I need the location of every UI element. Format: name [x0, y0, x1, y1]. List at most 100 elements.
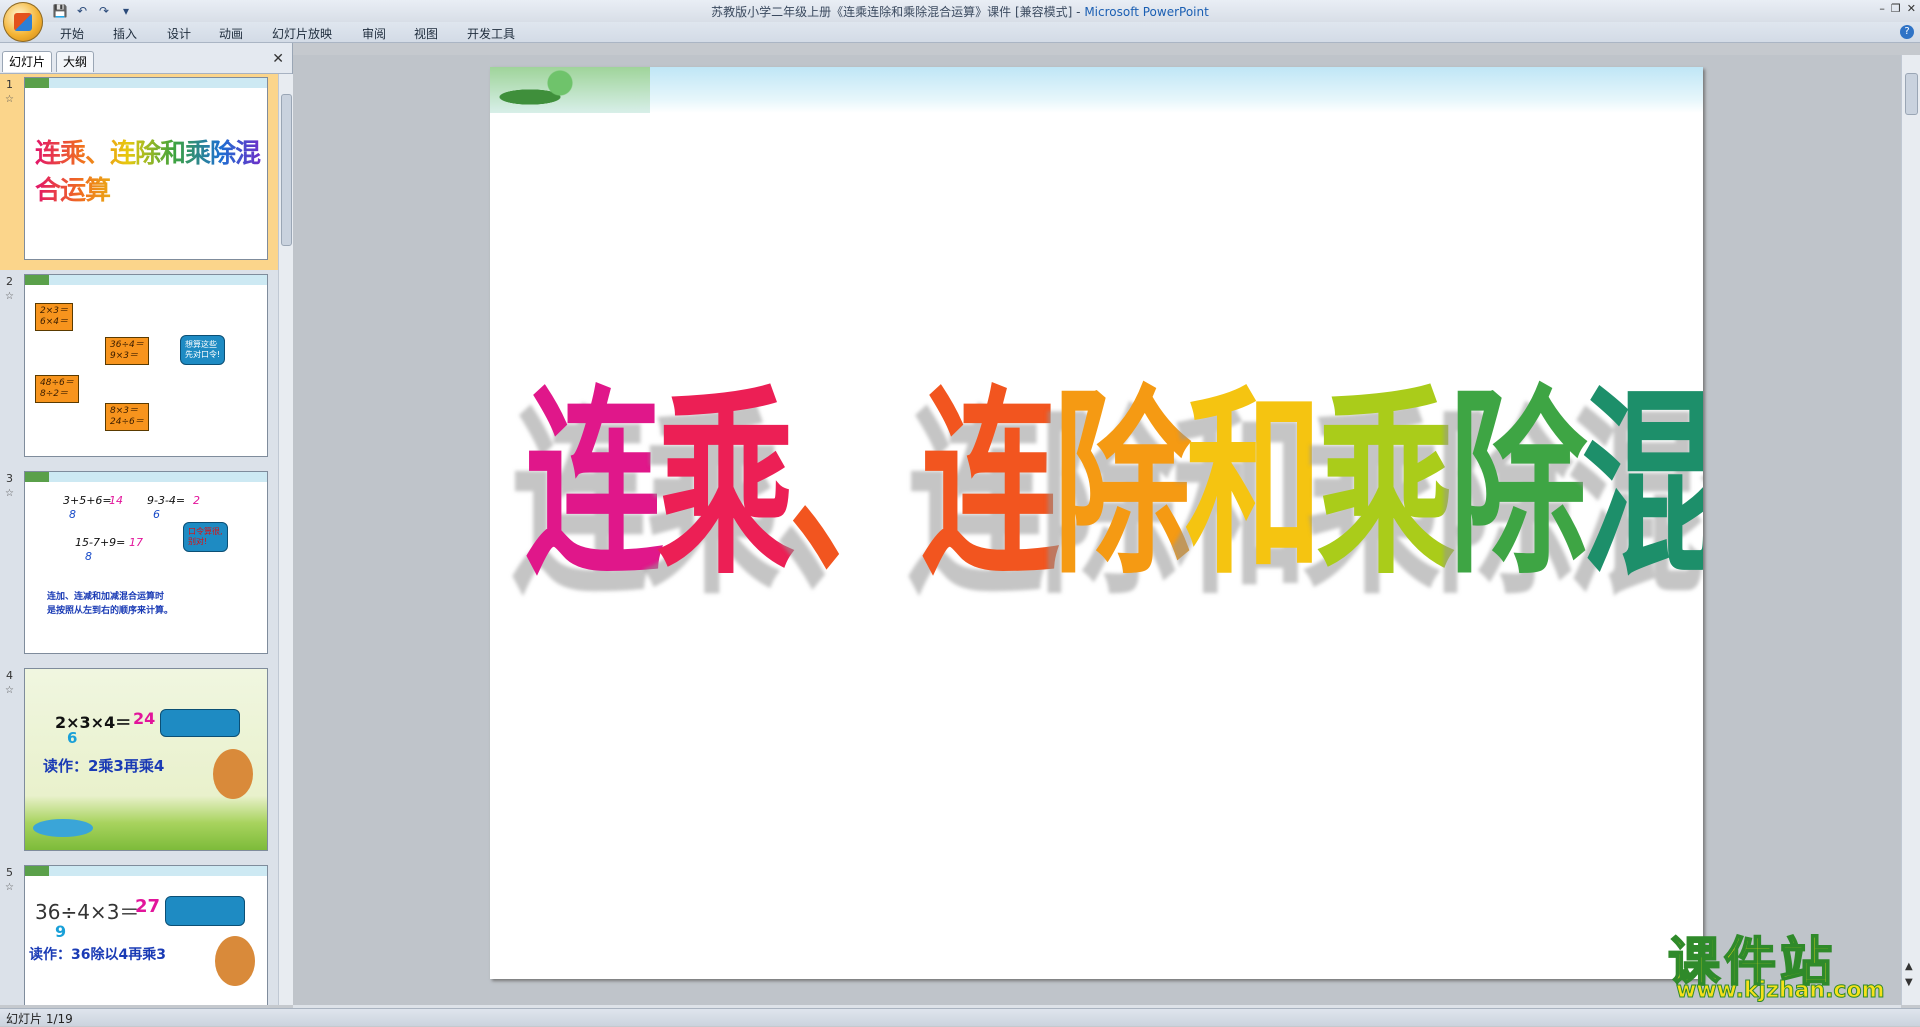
math-partial: 6 [153, 508, 160, 521]
slide-thumbnail-3[interactable]: 3 ☆ 3+5+6= 14 8 9-3-4= 2 6 15-7+9= 17 8 … [0, 468, 278, 664]
watermark-url: www.kjzhan.com [1676, 978, 1886, 1004]
speech-bubble: 口令算很, 别对! [183, 522, 228, 552]
slide-number: 3 [6, 472, 13, 485]
help-icon[interactable]: ? [1900, 25, 1914, 39]
slide-number: 5 [6, 866, 13, 879]
editor-scrollbar[interactable]: ▲ ▼ [1901, 55, 1920, 1005]
thumbnails-scrollbar[interactable] [278, 74, 293, 1005]
speech-bubble [160, 709, 240, 737]
math-result: 17 [129, 536, 143, 549]
animation-star-icon: ☆ [5, 94, 14, 105]
slide-editor: 连乘、连除和乘除混合运算 [293, 55, 1901, 1005]
office-button[interactable] [3, 2, 43, 42]
math-box: 8×3＝ 24÷6＝ [105, 403, 149, 431]
title-char: 连 [921, 368, 1059, 602]
slide-thumbnail-1[interactable]: 1 ☆ 连乘、连除和乘除混合运算 [0, 74, 278, 270]
math-partial: 6 [67, 729, 78, 747]
math-result: 24 [133, 709, 156, 728]
previous-slide-icon[interactable]: ▲ [1905, 961, 1913, 972]
math-box: 36÷4＝ 9×3＝ [105, 337, 149, 365]
title-char: 乘 [657, 368, 795, 602]
title-text: 连乘、连除和乘除混合运算 [525, 368, 1703, 601]
scrollbar-thumb[interactable] [281, 94, 292, 246]
title-char: 连 [525, 368, 663, 602]
tab-insert[interactable]: 插入 [113, 25, 137, 42]
tab-slideshow[interactable]: 幻灯片放映 [272, 25, 332, 42]
thumbnail-image: 3+5+6= 14 8 9-3-4= 2 6 15-7+9= 17 8 连加、连… [24, 471, 268, 654]
leaf-decoration [25, 866, 267, 876]
math-expr: 15-7+9= [75, 536, 126, 549]
thumbnail-image: 2×3＝ 6×4＝ 36÷4＝ 9×3＝ 48÷6＝ 8÷2＝ 8×3＝ 24÷… [24, 274, 268, 457]
title-char: 除 [1053, 368, 1191, 602]
title-bar: 💾 ↶ ↷ ▾ 苏教版小学二年级上册《连乘连除和乘除混合运算》课件 [兼容模式]… [0, 0, 1920, 23]
close-panel-icon[interactable]: ✕ [272, 51, 284, 67]
read-text: 读作：2乘3再乘4 [43, 757, 165, 775]
ribbon-tabs: 开始 插入 设计 动画 幻灯片放映 审阅 视图 开发工具 ? [0, 22, 1920, 43]
animation-star-icon: ☆ [5, 685, 14, 696]
leaf-decoration [25, 472, 267, 482]
slide-number: 1 [6, 78, 13, 91]
tab-animation[interactable]: 动画 [219, 25, 243, 42]
slide-number: 2 [6, 275, 13, 288]
thumbnail-title: 连乘、连除和乘除混合运算 [35, 133, 267, 207]
thumbnail-image: 36÷4×3＝ 27 9 读作：36除以4再乘3 [24, 865, 268, 1005]
close-icon[interactable]: ✕ [1907, 2, 1916, 15]
slide-thumbnail-4[interactable]: 4 ☆ 2×3×4＝ 24 6 读作：2乘3再乘4 [0, 665, 278, 861]
thumbnail-image: 2×3×4＝ 24 6 读作：2乘3再乘4 [24, 668, 268, 851]
window-title: 苏教版小学二年级上册《连乘连除和乘除混合运算》课件 [兼容模式] - Micro… [711, 5, 1209, 19]
pond-image [33, 819, 93, 837]
read-text: 读作：36除以4再乘3 [29, 947, 166, 963]
speech-bubble [165, 896, 245, 926]
slides-panel: 幻灯片 大纲 ✕ 1 ☆ 连乘、连除和乘除混合运算 2 ☆ 2×3＝ 6×4＝ … [0, 43, 293, 1005]
title-char: 乘 [1317, 368, 1455, 602]
watermark-logo: 课件站 www.kjzhan.com [1667, 920, 1904, 1004]
tab-slides[interactable]: 幻灯片 [2, 51, 53, 72]
window-controls: – ❐ ✕ [1879, 2, 1916, 15]
math-result: 2 [193, 494, 200, 507]
status-bar: 幻灯片 1/19 [0, 1008, 1920, 1026]
minimize-icon[interactable]: – [1879, 2, 1885, 15]
tab-outline[interactable]: 大纲 [56, 51, 95, 72]
current-slide[interactable]: 连乘、连除和乘除混合运算 [490, 67, 1703, 979]
animation-star-icon: ☆ [5, 488, 14, 499]
header-band [490, 67, 1703, 113]
tab-view[interactable]: 视图 [414, 25, 438, 42]
next-slide-icon[interactable]: ▼ [1905, 977, 1913, 988]
math-result: 27 [135, 896, 161, 917]
slide-thumbnail-5[interactable]: 5 ☆ 36÷4×3＝ 27 9 读作：36除以4再乘3 [0, 862, 278, 1005]
leaf-decoration [25, 275, 267, 285]
math-result: 14 [109, 494, 123, 507]
math-expr: 9-3-4= [147, 494, 186, 507]
title-char: 混 [1581, 368, 1703, 602]
office-logo-icon [14, 13, 32, 31]
restore-icon[interactable]: ❐ [1891, 2, 1901, 15]
slide-thumbnail-2[interactable]: 2 ☆ 2×3＝ 6×4＝ 36÷4＝ 9×3＝ 48÷6＝ 8÷2＝ 8×3＝… [0, 271, 278, 467]
math-expr: 36÷4×3＝ [35, 900, 140, 924]
speech-bubble: 想算这些 先对口令! [180, 335, 226, 365]
leaf-decoration [25, 78, 267, 88]
math-partial: 8 [69, 508, 76, 521]
slide-thumbnails: 1 ☆ 连乘、连除和乘除混合运算 2 ☆ 2×3＝ 6×4＝ 36÷4＝ 9×3… [0, 74, 278, 1005]
tab-review[interactable]: 审阅 [362, 25, 386, 42]
math-box: 48÷6＝ 8÷2＝ [35, 375, 79, 403]
tab-developer[interactable]: 开发工具 [467, 25, 515, 42]
squirrel-image [215, 936, 255, 986]
title-char: 除 [1449, 368, 1587, 602]
vine-decoration [490, 67, 650, 113]
title-char: 和 [1185, 368, 1323, 602]
slide-title[interactable]: 连乘、连除和乘除混合运算 [525, 322, 1703, 612]
rule-note: 连加、连减和加减混合运算时 是按照从左到右的顺序来计算。 [47, 592, 174, 616]
tab-home[interactable]: 开始 [60, 25, 84, 42]
animation-star-icon: ☆ [5, 882, 14, 893]
math-box: 2×3＝ 6×4＝ [35, 303, 73, 331]
slide-number: 4 [6, 669, 13, 682]
panel-tabs: 幻灯片 大纲 ✕ [0, 43, 292, 74]
math-expr: 3+5+6= [63, 494, 112, 507]
thumbnail-image: 连乘、连除和乘除混合运算 [24, 77, 268, 260]
animation-star-icon: ☆ [5, 291, 14, 302]
tab-design[interactable]: 设计 [167, 25, 191, 42]
squirrel-image [213, 749, 253, 799]
math-partial: 9 [55, 922, 67, 941]
scrollbar-thumb[interactable] [1905, 73, 1918, 115]
title-char: 、 [789, 368, 927, 602]
